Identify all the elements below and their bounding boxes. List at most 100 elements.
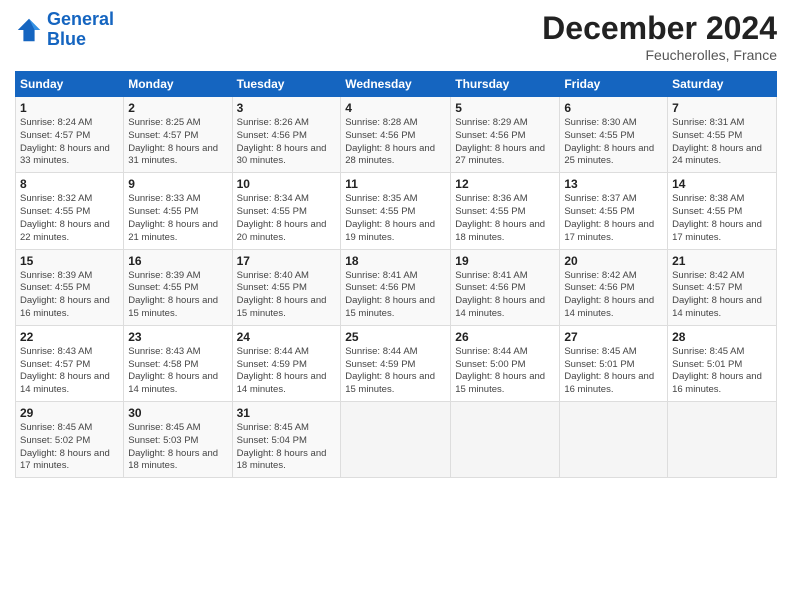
day-number: 15 bbox=[20, 254, 119, 268]
day-number: 22 bbox=[20, 330, 119, 344]
day-info: Sunrise: 8:31 AMSunset: 4:55 PMDaylight:… bbox=[672, 117, 772, 168]
day-number: 30 bbox=[128, 406, 227, 420]
day-number: 1 bbox=[20, 101, 119, 115]
title-block: December 2024 Feucherolles, France bbox=[542, 10, 777, 63]
calendar-cell: 29 Sunrise: 8:45 AMSunset: 5:02 PMDayligh… bbox=[16, 402, 124, 478]
day-number: 29 bbox=[20, 406, 119, 420]
day-number: 20 bbox=[564, 254, 663, 268]
day-number: 31 bbox=[237, 406, 337, 420]
day-info: Sunrise: 8:25 AMSunset: 4:57 PMDaylight:… bbox=[128, 117, 227, 168]
calendar-cell: 13 Sunrise: 8:37 AMSunset: 4:55 PMDayligh… bbox=[560, 173, 668, 249]
day-number: 9 bbox=[128, 177, 227, 191]
header: General Blue December 2024 Feucherolles,… bbox=[15, 10, 777, 63]
day-number: 6 bbox=[564, 101, 663, 115]
calendar-week-1: 1 Sunrise: 8:24 AMSunset: 4:57 PMDaylight… bbox=[16, 97, 777, 173]
day-info: Sunrise: 8:34 AMSunset: 4:55 PMDaylight:… bbox=[237, 193, 337, 244]
day-header-friday: Friday bbox=[560, 72, 668, 97]
calendar-cell: 10 Sunrise: 8:34 AMSunset: 4:55 PMDayligh… bbox=[232, 173, 341, 249]
day-number: 23 bbox=[128, 330, 227, 344]
day-info: Sunrise: 8:43 AMSunset: 4:57 PMDaylight:… bbox=[20, 346, 119, 397]
calendar-cell: 12Sunrise: 8:36 AMSunset: 4:55 PMDayligh… bbox=[451, 173, 560, 249]
day-info: Sunrise: 8:42 AMSunset: 4:56 PMDaylight:… bbox=[564, 270, 663, 321]
day-number: 5 bbox=[455, 101, 555, 115]
day-number: 17 bbox=[237, 254, 337, 268]
calendar-cell: 19Sunrise: 8:41 AMSunset: 4:56 PMDayligh… bbox=[451, 249, 560, 325]
calendar-cell: 26 Sunrise: 8:44 AMSunset: 5:00 PMDayligh… bbox=[451, 325, 560, 401]
day-info: Sunrise: 8:44 AMSunset: 5:00 PMDaylight:… bbox=[455, 346, 555, 397]
logo-icon bbox=[15, 16, 43, 44]
day-info: Sunrise: 8:44 AMSunset: 4:59 PMDaylight:… bbox=[237, 346, 337, 397]
day-number: 21 bbox=[672, 254, 772, 268]
day-header-saturday: Saturday bbox=[668, 72, 777, 97]
logo-text: General Blue bbox=[47, 10, 114, 50]
day-number: 7 bbox=[672, 101, 772, 115]
main-title: December 2024 bbox=[542, 10, 777, 47]
calendar-week-3: 15 Sunrise: 8:39 AMSunset: 4:55 PMDayligh… bbox=[16, 249, 777, 325]
calendar-cell: 2 Sunrise: 8:25 AMSunset: 4:57 PMDaylight… bbox=[124, 97, 232, 173]
day-header-tuesday: Tuesday bbox=[232, 72, 341, 97]
day-header-wednesday: Wednesday bbox=[341, 72, 451, 97]
page: General Blue December 2024 Feucherolles,… bbox=[0, 0, 792, 612]
calendar-cell: 5Sunrise: 8:29 AMSunset: 4:56 PMDaylight… bbox=[451, 97, 560, 173]
calendar-cell: 28Sunrise: 8:45 AMSunset: 5:01 PMDayligh… bbox=[668, 325, 777, 401]
day-info: Sunrise: 8:30 AMSunset: 4:55 PMDaylight:… bbox=[564, 117, 663, 168]
day-number: 2 bbox=[128, 101, 227, 115]
calendar-cell bbox=[668, 402, 777, 478]
calendar-cell: 22 Sunrise: 8:43 AMSunset: 4:57 PMDayligh… bbox=[16, 325, 124, 401]
day-header-thursday: Thursday bbox=[451, 72, 560, 97]
calendar-cell: 21 Sunrise: 8:42 AMSunset: 4:57 PMDayligh… bbox=[668, 249, 777, 325]
day-header-monday: Monday bbox=[124, 72, 232, 97]
calendar-cell: 1 Sunrise: 8:24 AMSunset: 4:57 PMDaylight… bbox=[16, 97, 124, 173]
day-number: 14 bbox=[672, 177, 772, 191]
day-info: Sunrise: 8:26 AMSunset: 4:56 PMDaylight:… bbox=[237, 117, 337, 168]
day-number: 13 bbox=[564, 177, 663, 191]
day-info: Sunrise: 8:24 AMSunset: 4:57 PMDaylight:… bbox=[20, 117, 119, 168]
day-info: Sunrise: 8:45 AMSunset: 5:03 PMDaylight:… bbox=[128, 422, 227, 473]
day-number: 19 bbox=[455, 254, 555, 268]
calendar-cell bbox=[560, 402, 668, 478]
calendar-cell: 18Sunrise: 8:41 AMSunset: 4:56 PMDayligh… bbox=[341, 249, 451, 325]
calendar-cell: 8Sunrise: 8:32 AMSunset: 4:55 PMDaylight… bbox=[16, 173, 124, 249]
day-info: Sunrise: 8:39 AMSunset: 4:55 PMDaylight:… bbox=[20, 270, 119, 321]
day-number: 24 bbox=[237, 330, 337, 344]
subtitle: Feucherolles, France bbox=[542, 47, 777, 63]
day-info: Sunrise: 8:36 AMSunset: 4:55 PMDaylight:… bbox=[455, 193, 555, 244]
calendar-cell: 16 Sunrise: 8:39 AMSunset: 4:55 PMDayligh… bbox=[124, 249, 232, 325]
day-number: 26 bbox=[455, 330, 555, 344]
day-info: Sunrise: 8:45 AMSunset: 5:01 PMDaylight:… bbox=[672, 346, 772, 397]
calendar-cell bbox=[451, 402, 560, 478]
day-number: 8 bbox=[20, 177, 119, 191]
calendar-cell: 7 Sunrise: 8:31 AMSunset: 4:55 PMDaylight… bbox=[668, 97, 777, 173]
day-info: Sunrise: 8:45 AMSunset: 5:02 PMDaylight:… bbox=[20, 422, 119, 473]
day-info: Sunrise: 8:45 AMSunset: 5:04 PMDaylight:… bbox=[237, 422, 337, 473]
calendar-cell: 4 Sunrise: 8:28 AMSunset: 4:56 PMDaylight… bbox=[341, 97, 451, 173]
calendar-cell: 30 Sunrise: 8:45 AMSunset: 5:03 PMDayligh… bbox=[124, 402, 232, 478]
day-info: Sunrise: 8:42 AMSunset: 4:57 PMDaylight:… bbox=[672, 270, 772, 321]
day-info: Sunrise: 8:40 AMSunset: 4:55 PMDaylight:… bbox=[237, 270, 337, 321]
calendar-cell: 31 Sunrise: 8:45 AMSunset: 5:04 PMDayligh… bbox=[232, 402, 341, 478]
day-info: Sunrise: 8:39 AMSunset: 4:55 PMDaylight:… bbox=[128, 270, 227, 321]
calendar-table: SundayMondayTuesdayWednesdayThursdayFrid… bbox=[15, 71, 777, 478]
calendar-week-5: 29 Sunrise: 8:45 AMSunset: 5:02 PMDayligh… bbox=[16, 402, 777, 478]
calendar-cell: 6 Sunrise: 8:30 AMSunset: 4:55 PMDaylight… bbox=[560, 97, 668, 173]
logo: General Blue bbox=[15, 10, 114, 50]
calendar-cell: 14Sunrise: 8:38 AMSunset: 4:55 PMDayligh… bbox=[668, 173, 777, 249]
calendar-cell: 24 Sunrise: 8:44 AMSunset: 4:59 PMDayligh… bbox=[232, 325, 341, 401]
calendar-cell: 20 Sunrise: 8:42 AMSunset: 4:56 PMDayligh… bbox=[560, 249, 668, 325]
day-number: 25 bbox=[345, 330, 446, 344]
calendar-cell: 25 Sunrise: 8:44 AMSunset: 4:59 PMDayligh… bbox=[341, 325, 451, 401]
day-info: Sunrise: 8:43 AMSunset: 4:58 PMDaylight:… bbox=[128, 346, 227, 397]
calendar-cell bbox=[341, 402, 451, 478]
day-number: 16 bbox=[128, 254, 227, 268]
day-number: 10 bbox=[237, 177, 337, 191]
day-info: Sunrise: 8:37 AMSunset: 4:55 PMDaylight:… bbox=[564, 193, 663, 244]
day-info: Sunrise: 8:44 AMSunset: 4:59 PMDaylight:… bbox=[345, 346, 446, 397]
day-number: 18 bbox=[345, 254, 446, 268]
day-number: 4 bbox=[345, 101, 446, 115]
day-info: Sunrise: 8:33 AMSunset: 4:55 PMDaylight:… bbox=[128, 193, 227, 244]
day-info: Sunrise: 8:28 AMSunset: 4:56 PMDaylight:… bbox=[345, 117, 446, 168]
calendar-cell: 11Sunrise: 8:35 AMSunset: 4:55 PMDayligh… bbox=[341, 173, 451, 249]
calendar-cell: 23 Sunrise: 8:43 AMSunset: 4:58 PMDayligh… bbox=[124, 325, 232, 401]
calendar-week-4: 22 Sunrise: 8:43 AMSunset: 4:57 PMDayligh… bbox=[16, 325, 777, 401]
day-info: Sunrise: 8:35 AMSunset: 4:55 PMDaylight:… bbox=[345, 193, 446, 244]
